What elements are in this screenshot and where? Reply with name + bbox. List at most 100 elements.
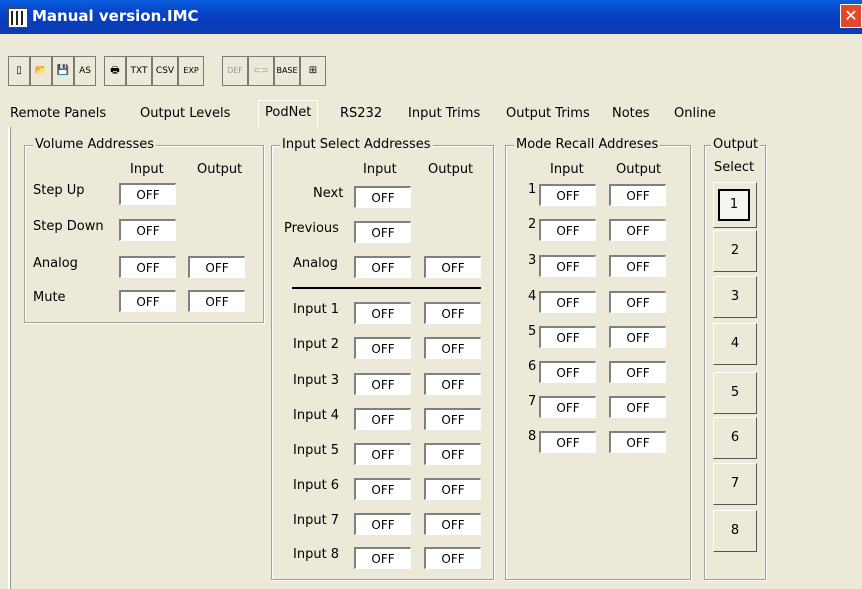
mode-8-input-field[interactable]: OFF — [539, 431, 596, 453]
row-label: Input 7 — [293, 513, 340, 528]
mute-output-field[interactable]: OFF — [188, 290, 245, 312]
input-3-input-field[interactable]: OFF — [354, 373, 411, 395]
input-7-output-field[interactable]: OFF — [424, 513, 481, 535]
output-select-button-2[interactable]: 2 — [713, 230, 757, 272]
mute-input-field[interactable]: OFF — [119, 290, 176, 312]
link-icon[interactable]: ⊂⊃ — [248, 56, 274, 86]
close-button[interactable]: ✕ — [840, 4, 862, 28]
title-bar[interactable]: Manual version.IMC ✕ — [0, 0, 862, 34]
step-up-input-field[interactable]: OFF — [119, 183, 176, 205]
output-select-button-1[interactable]: 1 — [713, 182, 757, 228]
mode-number: 6 — [528, 359, 537, 374]
output-select-button-8[interactable]: 8 — [713, 510, 757, 552]
new-icon[interactable]: ▯ — [8, 56, 30, 86]
tab-input-trims[interactable]: Input Trims — [408, 104, 480, 124]
mode-number: 8 — [528, 429, 537, 444]
input-3-output-field[interactable]: OFF — [424, 373, 481, 395]
row-label: Mute — [33, 290, 66, 305]
row-label: Step Down — [33, 219, 104, 234]
input-6-output-field[interactable]: OFF — [424, 478, 481, 500]
analog-input-field[interactable]: OFF — [119, 256, 176, 278]
tab-page-border — [8, 127, 11, 589]
analog-output-field[interactable]: OFF — [424, 256, 481, 278]
mode-1-input-field[interactable]: OFF — [539, 184, 596, 206]
save-as-icon[interactable]: AS — [74, 56, 96, 86]
analog-input-field[interactable]: OFF — [354, 256, 411, 278]
base-icon[interactable]: BASE — [274, 56, 300, 86]
tree-icon[interactable]: ⊞ — [300, 56, 326, 86]
input-4-output-field[interactable]: OFF — [424, 408, 481, 430]
output-select-label-1: 1 — [718, 189, 750, 221]
volume-addresses-group: Volume Addresses Input Output Step Up OF… — [24, 137, 264, 323]
output-select-button-5[interactable]: 5 — [713, 372, 757, 414]
input-2-output-field[interactable]: OFF — [424, 337, 481, 359]
input-6-input-field[interactable]: OFF — [354, 478, 411, 500]
mode-number: 3 — [528, 253, 537, 268]
input-5-input-field[interactable]: OFF — [354, 443, 411, 465]
input-8-output-field[interactable]: OFF — [424, 547, 481, 569]
group-title: Mode Recall Addreses — [514, 137, 661, 152]
tab-online[interactable]: Online — [674, 104, 716, 124]
group-title: Output — [711, 137, 761, 152]
row-label: Analog — [293, 256, 338, 271]
mode-6-input-field[interactable]: OFF — [539, 361, 596, 383]
row-label: Analog — [33, 256, 78, 271]
col-input-label: Input — [130, 162, 164, 177]
step-down-input-field[interactable]: OFF — [119, 219, 176, 241]
group-title: Input Select Addresses — [280, 137, 433, 152]
row-label: Input 1 — [293, 302, 340, 317]
tab-output-levels[interactable]: Output Levels — [140, 104, 230, 124]
tab-podnet[interactable]: PodNet — [258, 100, 319, 127]
col-output-label: Output — [197, 162, 243, 177]
analog-output-field[interactable]: OFF — [188, 256, 245, 278]
input-8-input-field[interactable]: OFF — [354, 547, 411, 569]
csv-icon[interactable]: CSV — [152, 56, 178, 86]
input-4-input-field[interactable]: OFF — [354, 408, 411, 430]
tab-remote-panels[interactable]: Remote Panels — [10, 104, 106, 124]
input-2-input-field[interactable]: OFF — [354, 337, 411, 359]
tab-notes[interactable]: Notes — [612, 104, 650, 124]
input-5-output-field[interactable]: OFF — [424, 443, 481, 465]
output-select-button-3[interactable]: 3 — [713, 276, 757, 318]
input-select-addresses-group: Input Select Addresses Input Output Next… — [271, 137, 494, 580]
save-icon[interactable]: 💾 — [52, 56, 74, 86]
output-select-button-4[interactable]: 4 — [713, 323, 757, 365]
input-7-input-field[interactable]: OFF — [354, 513, 411, 535]
mode-2-input-field[interactable]: OFF — [539, 219, 596, 241]
export-icon[interactable]: EXP — [178, 56, 204, 86]
mode-2-output-field[interactable]: OFF — [609, 219, 666, 241]
row-label: Step Up — [33, 183, 85, 198]
mode-5-output-field[interactable]: OFF — [609, 326, 666, 348]
mode-7-output-field[interactable]: OFF — [609, 396, 666, 418]
mode-number: 4 — [528, 289, 537, 304]
divider — [292, 287, 481, 289]
output-select-button-7[interactable]: 7 — [713, 463, 757, 505]
next-input-field[interactable]: OFF — [354, 186, 411, 208]
mode-4-output-field[interactable]: OFF — [609, 291, 666, 313]
txt-icon[interactable]: TXT — [126, 56, 152, 86]
tab-rs232[interactable]: RS232 — [340, 104, 382, 124]
mode-7-input-field[interactable]: OFF — [539, 396, 596, 418]
mode-1-output-field[interactable]: OFF — [609, 184, 666, 206]
row-label: Input 5 — [293, 443, 340, 458]
def-icon[interactable]: DEF — [222, 56, 248, 86]
mode-3-input-field[interactable]: OFF — [539, 255, 596, 277]
group-title: Volume Addresses — [33, 137, 157, 152]
window-title: Manual version.IMC — [32, 7, 199, 25]
tab-output-trims[interactable]: Output Trims — [506, 104, 590, 124]
input-1-input-field[interactable]: OFF — [354, 302, 411, 324]
mode-4-input-field[interactable]: OFF — [539, 291, 596, 313]
mode-5-input-field[interactable]: OFF — [539, 326, 596, 348]
row-label: Input 2 — [293, 337, 340, 352]
print-icon[interactable]: 🖶 — [104, 56, 126, 86]
mode-6-output-field[interactable]: OFF — [609, 361, 666, 383]
previous-input-field[interactable]: OFF — [354, 221, 411, 243]
output-select-button-6[interactable]: 6 — [713, 417, 757, 459]
output-select-group: Output Select 1 2 3 4 5 6 7 8 — [704, 137, 766, 580]
col-output-label: Output — [428, 162, 474, 177]
mode-8-output-field[interactable]: OFF — [609, 431, 666, 453]
row-label: Previous — [284, 221, 339, 236]
open-icon[interactable]: 📂 — [30, 56, 52, 86]
mode-3-output-field[interactable]: OFF — [609, 255, 666, 277]
input-1-output-field[interactable]: OFF — [424, 302, 481, 324]
